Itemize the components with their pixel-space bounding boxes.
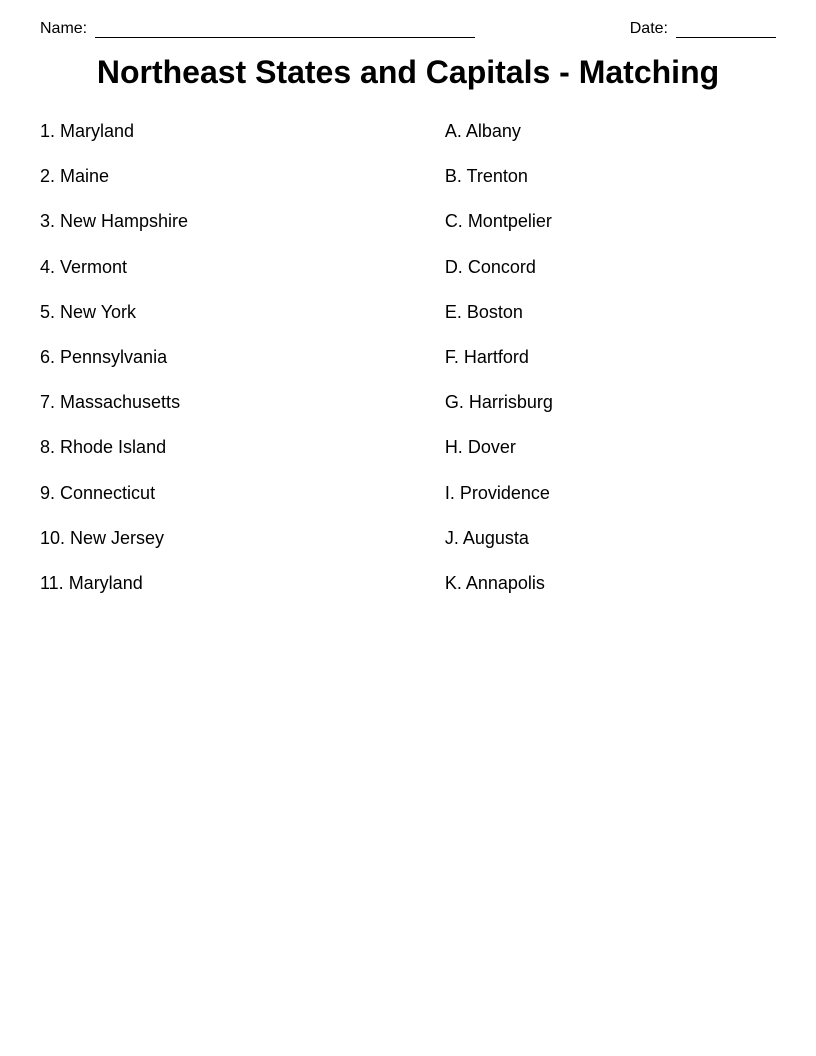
capital-item: E. Boston [445,300,776,325]
capital-item: G. Harrisburg [445,390,776,415]
state-item: 7. Massachusetts [40,390,371,415]
state-item: 11. Maryland [40,571,371,596]
state-item: 2. Maine [40,164,371,189]
page-title: Northeast States and Capitals - Matching [40,54,776,91]
capital-item: B. Trenton [445,164,776,189]
date-field: Date: [630,20,776,38]
states-column: 1. Maryland 2. Maine 3. New Hampshire 4. Ve… [40,119,371,616]
state-item: 5. New York [40,300,371,325]
date-underline[interactable] [676,20,776,38]
state-item: 3. New Hampshire [40,209,371,234]
capital-item: D. Concord [445,255,776,280]
name-label: Name: [40,20,87,38]
state-item: 6. Pennsylvania [40,345,371,370]
header: Name: Date: [40,20,776,38]
date-label: Date: [630,20,668,38]
matching-columns: 1. Maryland 2. Maine 3. New Hampshire 4. Ve… [40,119,776,616]
state-item: 1. Maryland [40,119,371,144]
state-item: 9. Connecticut [40,481,371,506]
capital-item: I. Providence [445,481,776,506]
state-item: 10. New Jersey [40,526,371,551]
name-underline[interactable] [95,20,475,38]
capital-item: A. Albany [445,119,776,144]
capital-item: K. Annapolis [445,571,776,596]
capital-item: F. Hartford [445,345,776,370]
capital-item: H. Dover [445,435,776,460]
state-item: 8. Rhode Island [40,435,371,460]
state-item: 4. Vermont [40,255,371,280]
capital-item: J. Augusta [445,526,776,551]
capitals-column: A. Albany B. Trenton C. Montpelier D. Conco… [445,119,776,616]
name-field: Name: [40,20,475,38]
capital-item: C. Montpelier [445,209,776,234]
